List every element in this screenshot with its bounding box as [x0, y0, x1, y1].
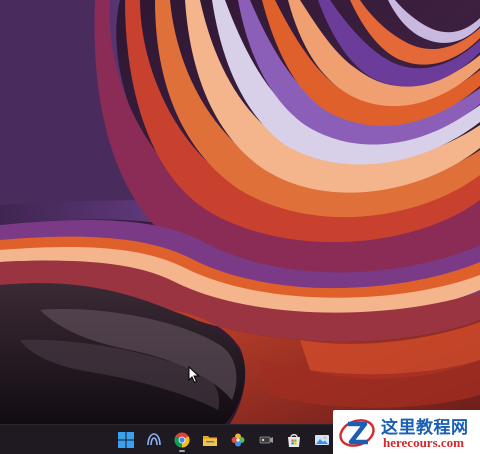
photos-icon [231, 433, 245, 447]
gallery-button[interactable] [310, 428, 334, 452]
microsoft-store-icon [288, 434, 300, 447]
file-explorer-button[interactable] [198, 428, 222, 452]
start-button[interactable] [114, 428, 138, 452]
start-icon [118, 432, 134, 448]
media-player-button[interactable] [254, 428, 278, 452]
taskbar-pinned-apps [114, 428, 334, 452]
chrome-icon [174, 432, 190, 448]
watermark-domain: herecours.com [383, 435, 464, 450]
mouse-cursor-icon [188, 366, 200, 384]
desktop: 这里教程网 herecours.com [0, 0, 480, 454]
copilot-button[interactable] [142, 428, 166, 452]
site-watermark: 这里教程网 herecours.com [333, 410, 480, 454]
site-logo-icon [339, 419, 375, 447]
gallery-icon [315, 435, 329, 445]
photos-button[interactable] [226, 428, 250, 452]
media-player-icon [259, 436, 273, 444]
copilot-icon [147, 433, 161, 446]
desktop-wallpaper [0, 0, 480, 424]
chrome-button[interactable] [170, 428, 194, 452]
file-explorer-icon [203, 436, 217, 446]
microsoft-store-button[interactable] [282, 428, 306, 452]
